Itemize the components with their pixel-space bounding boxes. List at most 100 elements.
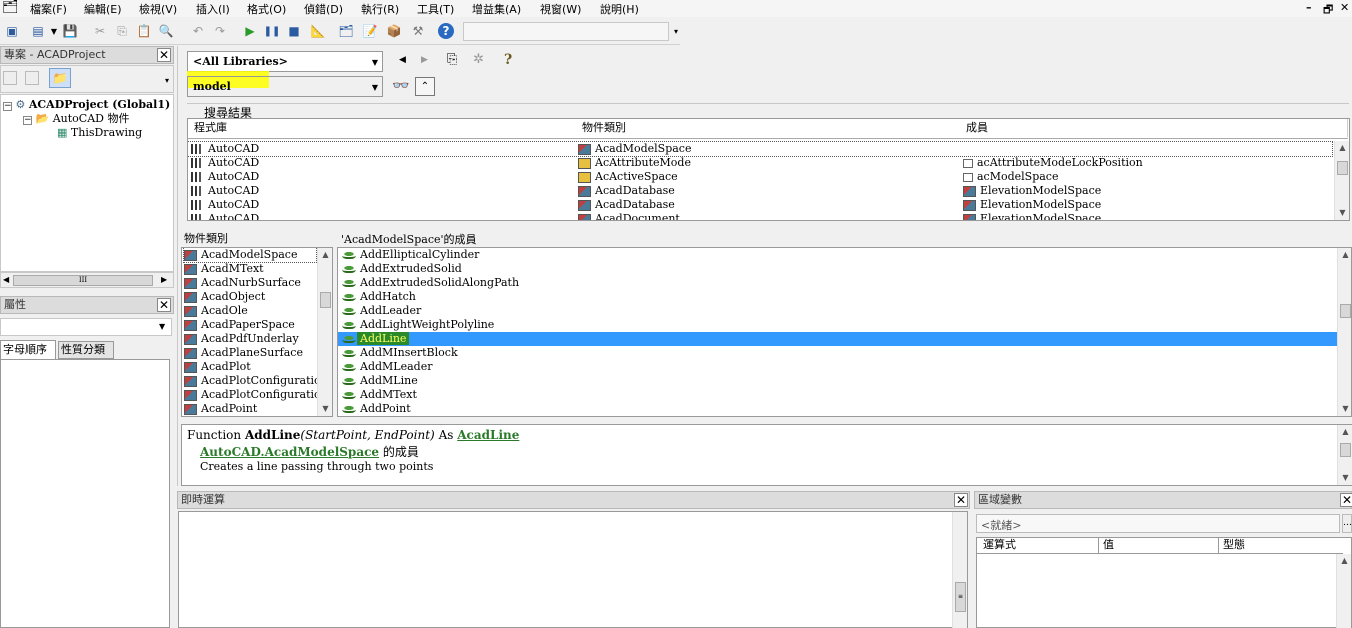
class-item[interactable]: AcadPlotConfigurations	[184, 388, 332, 402]
break-icon[interactable]: ❚❚	[264, 23, 281, 39]
properties-window-icon[interactable]: 📝	[362, 23, 378, 39]
result-row[interactable]: AutoCAD AcAttributeMode acAttributeModeLoc…	[188, 156, 1332, 170]
member-item[interactable]: AddPoint	[338, 402, 1338, 416]
library-select[interactable]: <All Libraries> ▼	[187, 51, 383, 72]
member-item[interactable]: AddEllipticalCylinder	[338, 248, 1338, 262]
reset-icon[interactable]: ■	[286, 23, 302, 39]
class-link[interactable]: AcadModelSpace	[265, 445, 379, 459]
cut-icon[interactable]: ✂	[92, 23, 108, 39]
library-link[interactable]: AutoCAD	[200, 445, 260, 459]
member-item[interactable]: AddLightWeightPolyline	[338, 318, 1338, 332]
class-item[interactable]: AcadNurbSurface	[184, 276, 316, 290]
project-root-node[interactable]: − ⚙ ACADProject (Global1)	[3, 98, 170, 112]
minimize-icon[interactable]: –	[1306, 1, 1312, 14]
project-toolbar-more-icon[interactable]: ▾	[161, 70, 173, 92]
menu-debug[interactable]: 偵錯(D)	[304, 1, 343, 17]
member-item[interactable]: AddMText	[338, 388, 1338, 402]
find-icon[interactable]: 🔍	[158, 23, 174, 39]
help-icon[interactable]: ?	[438, 23, 454, 39]
menu-run[interactable]: 執行(R)	[361, 1, 399, 17]
insert-userform-icon[interactable]: ▤	[30, 23, 46, 39]
help-icon[interactable]: ?	[504, 52, 512, 68]
classes-vscroll[interactable]: ▲ ▼	[317, 248, 332, 416]
member-item[interactable]: AddMLeader	[338, 360, 1338, 374]
copy-icon[interactable]: ⎘	[114, 23, 130, 39]
restore-icon[interactable]: 🗗	[1323, 1, 1333, 20]
toolbar-options-icon[interactable]: ▾	[671, 22, 681, 41]
member-item[interactable]: AddLeader	[338, 304, 1338, 318]
return-type-link[interactable]: AcadLine	[457, 428, 519, 442]
class-item[interactable]: AcadModelSpace	[183, 248, 317, 263]
locals-vscroll[interactable]: ▲	[1336, 554, 1351, 628]
design-mode-icon[interactable]: 📐	[310, 23, 326, 39]
redo-icon[interactable]: ↷	[212, 23, 228, 39]
result-row[interactable]: AutoCAD AcActiveSpace acModelSpace	[188, 170, 1332, 184]
locals-col-expression[interactable]: 運算式	[977, 538, 1099, 554]
detail-vscroll[interactable]: ▲ ▼	[1337, 425, 1352, 485]
locals-grid[interactable]: 運算式 值 型態 ▲	[976, 537, 1352, 628]
immediate-vscroll[interactable]: ≡	[952, 512, 967, 628]
results-vscroll[interactable]: ▲ ▼	[1334, 141, 1349, 220]
properties-grid[interactable]	[0, 359, 170, 628]
search-input[interactable]: model ▼	[187, 76, 383, 97]
undo-icon[interactable]: ↶	[190, 23, 206, 39]
project-close-icon[interactable]: ✕	[157, 48, 171, 62]
menu-view[interactable]: 檢視(V)	[139, 1, 177, 17]
project-explorer-icon[interactable]: 🗂	[338, 23, 354, 39]
immediate-close-icon[interactable]: ✕	[954, 493, 968, 507]
paste-icon[interactable]: 📋	[136, 23, 152, 39]
project-hscroll[interactable]: ◀ III ▶	[0, 272, 174, 288]
members-list[interactable]: AddEllipticalCylinder AddExtrudedSolid Add…	[337, 247, 1352, 417]
menu-file[interactable]: 檔案(F)	[30, 1, 67, 17]
menu-tools[interactable]: 工具(T)	[417, 1, 454, 17]
member-item[interactable]: AddMInsertBlock	[338, 346, 1338, 360]
insert-dropdown-icon[interactable]: ▼	[46, 23, 62, 39]
go-back-icon[interactable]: ◀	[399, 55, 406, 65]
view-object-icon[interactable]	[25, 71, 39, 85]
copy-to-clipboard-icon[interactable]: ⎘	[447, 52, 457, 67]
immediate-editor[interactable]: ≡	[178, 511, 968, 628]
menu-addins[interactable]: 增益集(A)	[472, 1, 521, 17]
view-definition-icon[interactable]: ✲	[473, 52, 484, 67]
search-results-list[interactable]: 程式庫 物件類別 成員 AutoCAD AcadModelSpace AutoCAD…	[187, 118, 1350, 221]
result-row[interactable]: AutoCAD AcadDatabase ElevationModelSpace	[188, 184, 1332, 198]
class-item[interactable]: AcadPdfUnderlay	[184, 332, 316, 346]
toolbox-icon[interactable]: ⚒	[410, 23, 426, 39]
menu-help[interactable]: 說明(H)	[600, 1, 639, 17]
locals-col-type[interactable]: 型態	[1219, 538, 1343, 554]
menu-edit[interactable]: 編輯(E)	[84, 1, 122, 17]
object-browser-icon[interactable]: 📦	[386, 23, 402, 39]
results-header-library[interactable]: 程式庫	[188, 119, 578, 137]
member-item-selected[interactable]: AddLine	[338, 332, 1338, 346]
member-item[interactable]: AddExtrudedSolid	[338, 262, 1338, 276]
app-icon[interactable]: 🗂	[2, 0, 19, 15]
result-row[interactable]: AutoCAD AcadDatabase ElevationModelSpace	[188, 198, 1332, 212]
project-folder-node[interactable]: − 📂 AutoCAD 物件	[23, 112, 129, 126]
tab-alphabetic[interactable]: 字母順序	[0, 340, 56, 359]
tab-categorized[interactable]: 性質分類	[58, 341, 114, 359]
call-stack-button[interactable]: …	[1342, 514, 1352, 533]
save-icon[interactable]: 💾	[62, 23, 78, 39]
view-code-icon[interactable]	[3, 71, 17, 85]
result-row[interactable]: AutoCAD AcadDocument ElevationModelSpace	[188, 212, 1332, 220]
hide-search-results-icon[interactable]: ⌃	[415, 77, 435, 96]
close-icon[interactable]: ✕	[1340, 1, 1349, 14]
class-item[interactable]: AcadPlotConfiguration	[184, 374, 328, 388]
go-forward-icon[interactable]: ▶	[421, 55, 428, 65]
class-item[interactable]: AcadPaperSpace	[184, 318, 316, 332]
project-leaf-node[interactable]: ▦ ThisDrawing	[57, 126, 142, 140]
class-item[interactable]: AcadPoint	[184, 402, 316, 416]
class-item[interactable]: AcadPlot	[184, 360, 316, 374]
properties-object-select[interactable]: ▼	[0, 318, 172, 336]
run-icon[interactable]: ▶	[242, 23, 258, 39]
binoculars-search-icon[interactable]: 👓	[392, 78, 409, 94]
class-item[interactable]: AcadPlaneSurface	[184, 346, 316, 360]
results-header-member[interactable]: 成員	[960, 119, 1348, 137]
class-item[interactable]: AcadOle	[184, 304, 316, 318]
menu-window[interactable]: 視窗(W)	[540, 1, 581, 17]
toggle-folders-icon[interactable]: 📁	[49, 68, 71, 88]
locals-close-icon[interactable]: ✕	[1340, 493, 1352, 507]
class-item[interactable]: AcadMText	[184, 262, 316, 276]
view-host-icon[interactable]: ▣	[4, 23, 20, 39]
classes-list[interactable]: AcadModelSpace AcadMText AcadNurbSurface Ac…	[181, 247, 333, 417]
